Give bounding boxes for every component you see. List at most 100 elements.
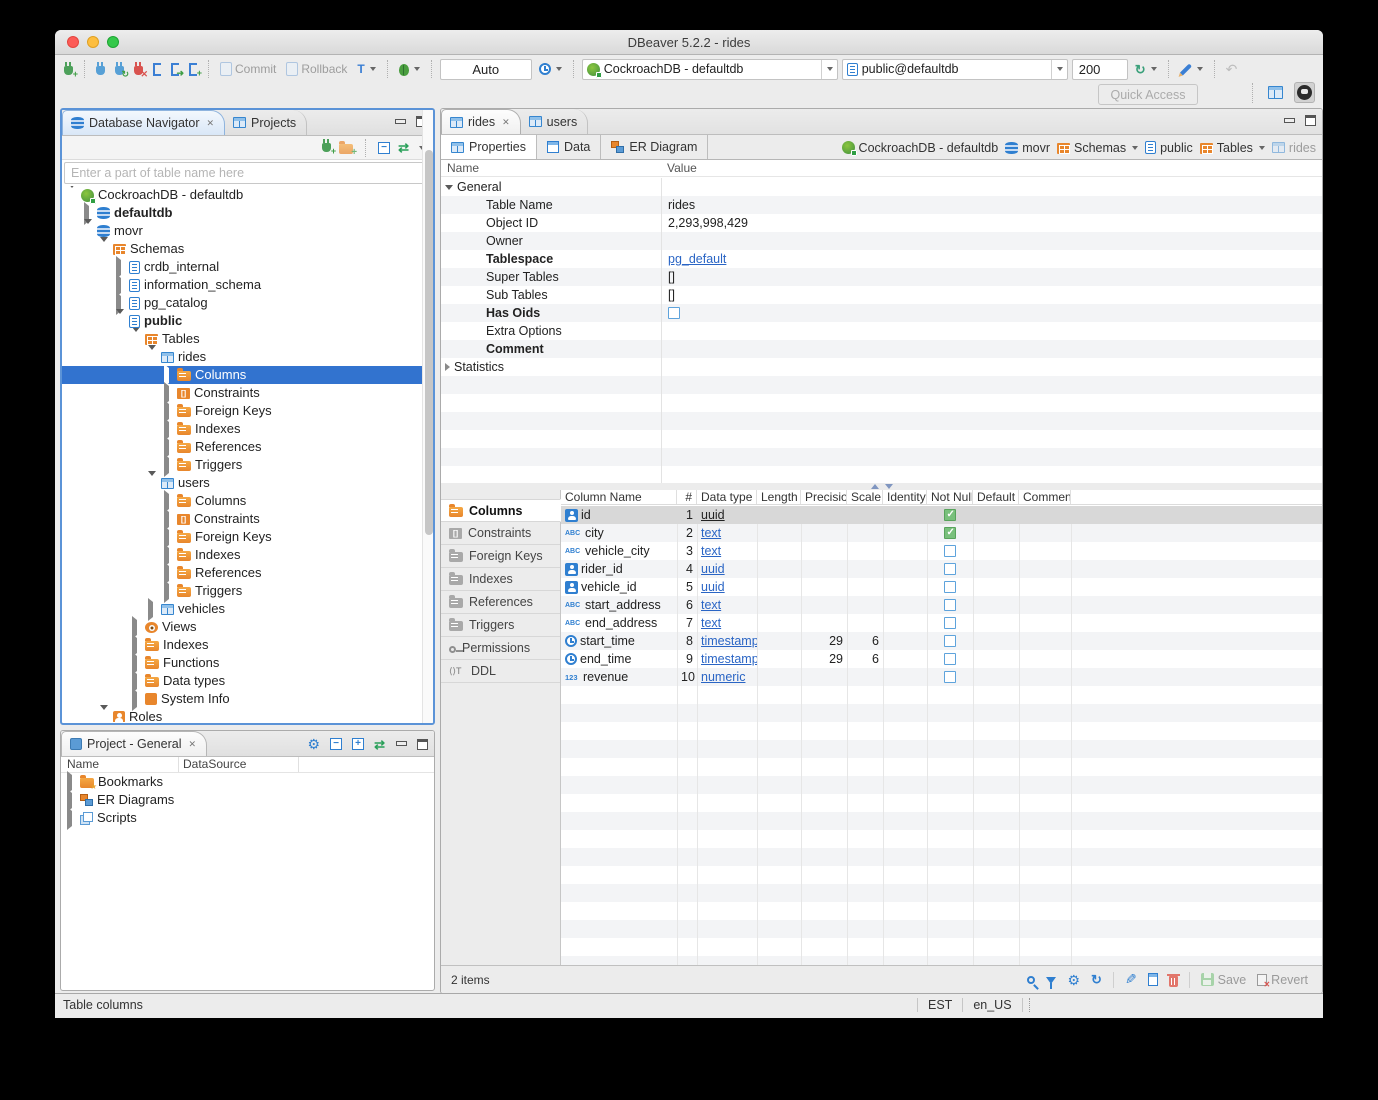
column-header-default[interactable]: Default: [973, 490, 1019, 504]
close-icon[interactable]: ✕: [206, 118, 214, 129]
tree-item-columns[interactable]: Columns: [62, 492, 433, 510]
sql-editor-button[interactable]: [150, 61, 164, 78]
column-header-precision[interactable]: Precision: [801, 490, 847, 504]
property-row-comment[interactable]: Comment: [441, 340, 1322, 358]
collapse-arrow-icon[interactable]: [148, 350, 157, 365]
property-row-tablespace[interactable]: Tablespacepg_default: [441, 250, 1322, 268]
column-row-vehicle_id[interactable]: vehicle_id5uuid: [561, 578, 1322, 596]
data-type-link[interactable]: timestamp: [701, 634, 757, 648]
link-with-editor-icon[interactable]: ⇄: [398, 141, 409, 154]
project-item-scripts[interactable]: Scripts: [61, 809, 434, 827]
close-icon[interactable]: ✕: [502, 117, 510, 128]
collapse-arrow-icon[interactable]: [100, 242, 109, 257]
column-header-data-type[interactable]: Data type: [697, 490, 757, 504]
tree-item-vehicles[interactable]: vehicles: [62, 600, 433, 618]
tab-projects[interactable]: Projects: [225, 110, 307, 135]
breadcrumb-item-public[interactable]: public: [1145, 141, 1193, 155]
delete-icon[interactable]: [1169, 976, 1178, 987]
checkbox-icon[interactable]: [944, 599, 956, 611]
tree-item-defaultdb[interactable]: defaultdb: [62, 204, 433, 222]
refresh-button[interactable]: ↻: [1132, 61, 1160, 78]
property-row-owner[interactable]: Owner: [441, 232, 1322, 250]
column-header--[interactable]: #: [677, 490, 697, 504]
column-header-identity[interactable]: Identity: [883, 490, 927, 504]
undo-button[interactable]: ↶: [1223, 60, 1241, 78]
property-row-general[interactable]: General: [441, 178, 1322, 196]
collapse-arrow-icon[interactable]: [100, 710, 109, 723]
rollback-button[interactable]: Rollback: [283, 60, 350, 78]
expand-arrow-icon[interactable]: [445, 363, 450, 371]
expand-arrow-icon[interactable]: [164, 368, 173, 383]
column-header-length[interactable]: Length: [757, 490, 801, 504]
expand-arrow-icon[interactable]: [132, 692, 141, 707]
tab-database-navigator[interactable]: Database Navigator✕: [62, 110, 225, 135]
project-item-er-diagrams[interactable]: ER Diagrams: [61, 791, 434, 809]
tab-properties[interactable]: Properties: [441, 135, 537, 159]
expand-arrow-icon[interactable]: [164, 386, 173, 401]
generate-sql-button[interactable]: [1177, 61, 1206, 78]
properties-header-value[interactable]: Value: [661, 161, 697, 176]
sash-up-icon[interactable]: [871, 484, 879, 489]
table-filter-input[interactable]: [64, 162, 427, 184]
property-value[interactable]: [661, 307, 680, 319]
chevron-down-icon[interactable]: [1132, 146, 1138, 150]
data-type-link[interactable]: numeric: [701, 670, 745, 684]
collapse-arrow-icon[interactable]: [132, 332, 141, 347]
tree-item-triggers[interactable]: Triggers: [62, 582, 433, 600]
column-header-not-null[interactable]: Not Null: [927, 490, 973, 504]
chevron-down-icon[interactable]: [1259, 146, 1265, 150]
collapse-arrow-icon[interactable]: [84, 224, 93, 239]
gear-icon[interactable]: ⚙: [308, 737, 321, 751]
expand-arrow-icon[interactable]: [132, 656, 141, 671]
tree-item-cockroachdb-defaultdb[interactable]: CockroachDB - defaultdb: [62, 186, 433, 204]
expand-arrow-icon[interactable]: [116, 278, 125, 293]
expand-arrow-icon[interactable]: [132, 620, 141, 635]
checkbox-icon[interactable]: [944, 671, 956, 683]
detail-tab-constraints[interactable]: []Constraints: [441, 522, 560, 545]
checkbox-icon[interactable]: [944, 617, 956, 629]
property-row-object-id[interactable]: Object ID2,293,998,429: [441, 214, 1322, 232]
column-row-rider_id[interactable]: rider_id4uuid: [561, 560, 1322, 578]
tab-project-general[interactable]: Project - General✕: [61, 731, 207, 756]
commit-button[interactable]: Commit: [217, 60, 279, 78]
tree-item-references[interactable]: References: [62, 564, 433, 582]
expand-arrow-icon[interactable]: [132, 638, 141, 653]
search-icon[interactable]: [1027, 976, 1035, 984]
property-row-extra-options[interactable]: Extra Options: [441, 322, 1322, 340]
breadcrumb-item-rides[interactable]: rides: [1272, 141, 1316, 155]
column-row-start_address[interactable]: ABCstart_address6text: [561, 596, 1322, 614]
connect-button[interactable]: [93, 61, 108, 77]
detail-tab-triggers[interactable]: Triggers: [441, 614, 560, 637]
breadcrumb-item-movr[interactable]: movr: [1005, 141, 1050, 155]
expand-arrow-icon[interactable]: [164, 458, 173, 473]
tree-item-references[interactable]: References: [62, 438, 433, 456]
transaction-log-button[interactable]: [536, 61, 565, 77]
tree-item-views[interactable]: Views: [62, 618, 433, 636]
breadcrumb-item-schemas[interactable]: Schemas: [1057, 141, 1138, 155]
tree-item-foreign-keys[interactable]: Foreign Keys: [62, 402, 433, 420]
detail-tab-indexes[interactable]: Indexes: [441, 568, 560, 591]
expand-arrow-icon[interactable]: [164, 422, 173, 437]
expand-arrow-icon[interactable]: [148, 602, 157, 617]
tree-item-system-info[interactable]: System Info: [62, 690, 433, 708]
detail-tab-references[interactable]: References: [441, 591, 560, 614]
property-row-has-oids[interactable]: Has Oids: [441, 304, 1322, 322]
fetch-size-input[interactable]: [1072, 59, 1128, 80]
new-connection-button[interactable]: +: [61, 61, 76, 77]
columns-view-icon[interactable]: [1148, 973, 1158, 986]
checkbox-icon[interactable]: [944, 545, 956, 557]
disconnect-button[interactable]: ✕: [131, 61, 146, 77]
tree-item-indexes[interactable]: Indexes: [62, 420, 433, 438]
column-row-id[interactable]: id1uuid: [561, 506, 1322, 524]
column-row-revenue[interactable]: 123revenue10numeric: [561, 668, 1322, 686]
expand-all-icon[interactable]: +: [352, 738, 364, 750]
data-type-link[interactable]: uuid: [701, 562, 725, 576]
expand-arrow-icon[interactable]: [67, 793, 76, 808]
maximize-view-icon[interactable]: [417, 739, 428, 750]
detail-tab-ddl[interactable]: ⟨⟩TDDL: [441, 660, 560, 683]
tree-item-roles[interactable]: Roles: [62, 708, 433, 722]
quick-access-button[interactable]: Quick Access: [1098, 84, 1198, 105]
collapse-arrow-icon[interactable]: [116, 314, 125, 329]
property-row-table-name[interactable]: Table Namerides: [441, 196, 1322, 214]
expand-arrow-icon[interactable]: [132, 674, 141, 689]
